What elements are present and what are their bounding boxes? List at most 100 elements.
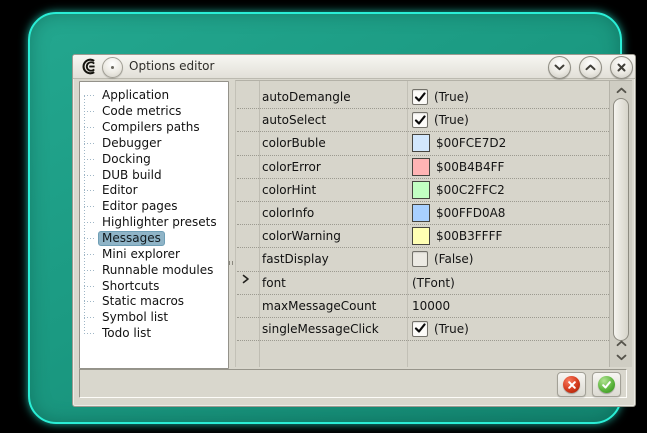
footer-buttons <box>557 372 621 397</box>
sidebar-item-label: Editor <box>98 183 142 198</box>
sidebar-item-editor-pages[interactable]: Editor pages <box>80 199 228 215</box>
property-name: fastDisplay <box>237 252 407 266</box>
accept-button[interactable] <box>592 372 621 397</box>
vertical-scrollbar[interactable] <box>609 81 632 367</box>
sidebar-item-application[interactable]: Application <box>80 88 228 104</box>
tree-branch-icon <box>84 317 95 318</box>
chevron-up-icon <box>616 87 627 94</box>
color-swatch[interactable] <box>412 204 430 222</box>
property-value-text[interactable]: 10000 <box>412 299 450 313</box>
color-swatch[interactable] <box>412 134 430 152</box>
maximize-button[interactable] <box>579 56 602 79</box>
chevron-up-icon <box>616 340 627 347</box>
tree-branch-icon <box>84 143 95 144</box>
sidebar-item-debugger[interactable]: Debugger <box>80 136 228 152</box>
property-value-text: (True) <box>434 90 469 104</box>
close-button[interactable] <box>610 56 633 79</box>
sidebar-item-label: Editor pages <box>98 199 182 214</box>
sidebar-item-messages[interactable]: Messages <box>80 231 228 247</box>
property-value-text[interactable]: (TFont) <box>412 276 455 290</box>
sidebar-item-dub-build[interactable]: DUB build <box>80 167 228 183</box>
panel-splitter[interactable] <box>228 81 234 367</box>
app-logo-icon <box>81 58 98 75</box>
property-value: $00B4B4FF <box>407 158 609 176</box>
sidebar-item-symbol-list[interactable]: Symbol list <box>80 310 228 326</box>
property-rows: autoDemangle(True)autoSelect(True)colorB… <box>237 86 609 341</box>
sidebar-item-label: Code metrics <box>98 104 185 119</box>
property-value: (True) <box>407 112 609 128</box>
sidebar-item-static-macros[interactable]: Static macros <box>80 294 228 310</box>
property-value: $00C2FFC2 <box>407 181 609 199</box>
color-swatch[interactable] <box>412 227 430 245</box>
expand-arrow-icon[interactable] <box>242 274 256 290</box>
property-row-maxMessageCount[interactable]: maxMessageCount 10000 <box>237 295 609 318</box>
categories-panel: ApplicationCode metricsCompilers pathsDe… <box>79 81 229 369</box>
footer-bar <box>79 369 627 398</box>
property-row-font[interactable]: font (TFont) <box>237 272 609 295</box>
sidebar-item-runnable-modules[interactable]: Runnable modules <box>80 262 228 278</box>
property-value-text: $00FFD0A8 <box>436 206 505 220</box>
color-swatch[interactable] <box>412 158 430 176</box>
scroll-down-button[interactable] <box>610 351 632 364</box>
sidebar-item-docking[interactable]: Docking <box>80 151 228 167</box>
property-row-colorInfo[interactable]: colorInfo$00FFD0A8 <box>237 202 609 225</box>
scrollbar-thumb[interactable] <box>613 98 629 341</box>
property-grid: autoDemangle(True)autoSelect(True)colorB… <box>235 80 632 367</box>
property-name: singleMessageClick <box>237 322 407 336</box>
property-value: 10000 <box>407 299 609 313</box>
sidebar-item-label: Messages <box>98 231 165 246</box>
sidebar-item-compilers-paths[interactable]: Compilers paths <box>80 120 228 136</box>
property-row-autoDemangle[interactable]: autoDemangle (True) <box>237 86 609 109</box>
checkbox-unchecked[interactable] <box>412 251 428 267</box>
sidebar-item-shortcuts[interactable]: Shortcuts <box>80 278 228 294</box>
sidebar-item-code-metrics[interactable]: Code metrics <box>80 104 228 120</box>
checkbox-checked[interactable] <box>412 89 428 105</box>
checkbox-checked[interactable] <box>412 321 428 337</box>
property-row-colorHint[interactable]: colorHint$00C2FFC2 <box>237 179 609 202</box>
property-name: colorError <box>237 160 407 174</box>
tree-branch-icon <box>84 111 95 112</box>
property-name: autoDemangle <box>237 90 407 104</box>
sidebar-item-label: Application <box>98 88 173 103</box>
sidebar-item-todo-list[interactable]: Todo list <box>80 326 228 342</box>
property-name: font <box>237 276 407 290</box>
sidebar-item-highlighter-presets[interactable]: Highlighter presets <box>80 215 228 231</box>
property-value-text: $00FCE7D2 <box>436 136 506 150</box>
property-row-colorError[interactable]: colorError$00B4B4FF <box>237 156 609 179</box>
sidebar-item-label: Symbol list <box>98 310 172 325</box>
property-row-colorBuble[interactable]: colorBuble$00FCE7D2 <box>237 132 609 155</box>
window-frame[interactable]: Options editor ApplicationCode metricsCo… <box>28 12 622 424</box>
tree-branch-icon <box>84 301 95 302</box>
tree-branch-icon <box>84 206 95 207</box>
tree-branch-icon <box>84 286 95 287</box>
property-row-fastDisplay[interactable]: fastDisplay(False) <box>237 248 609 271</box>
property-value: (True) <box>407 89 609 105</box>
scroll-up-button[interactable] <box>610 84 632 97</box>
sidebar-item-editor[interactable]: Editor <box>80 183 228 199</box>
sidebar-item-mini-explorer[interactable]: Mini explorer <box>80 246 228 262</box>
property-row-singleMessageClick[interactable]: singleMessageClick(True) <box>237 318 609 341</box>
titlebar[interactable]: Options editor <box>73 55 635 79</box>
check-icon <box>414 115 426 126</box>
checkbox-checked[interactable] <box>412 112 428 128</box>
sidebar-item-label: Highlighter presets <box>98 215 221 230</box>
property-row-colorWarning[interactable]: colorWarning$00B3FFFF <box>237 225 609 248</box>
accept-check-icon <box>598 376 615 393</box>
close-icon <box>617 63 626 72</box>
property-value-text: (True) <box>434 113 469 127</box>
category-list: ApplicationCode metricsCompilers pathsDe… <box>80 82 228 342</box>
sidebar-item-label: Compilers paths <box>98 120 204 135</box>
dot-icon <box>111 66 114 69</box>
property-name: maxMessageCount <box>237 299 407 313</box>
tree-branch-icon <box>84 127 95 128</box>
window-menu-button[interactable] <box>102 57 123 78</box>
shade-button[interactable] <box>548 56 571 79</box>
cancel-button[interactable] <box>557 372 586 397</box>
cancel-cross-icon <box>563 376 580 393</box>
property-row-autoSelect[interactable]: autoSelect(True) <box>237 109 609 132</box>
color-swatch[interactable] <box>412 181 430 199</box>
scroll-up-button-secondary[interactable] <box>610 337 632 350</box>
tree-branch-icon <box>84 190 95 191</box>
property-value: $00FCE7D2 <box>407 134 609 152</box>
property-value: (True) <box>407 321 609 337</box>
